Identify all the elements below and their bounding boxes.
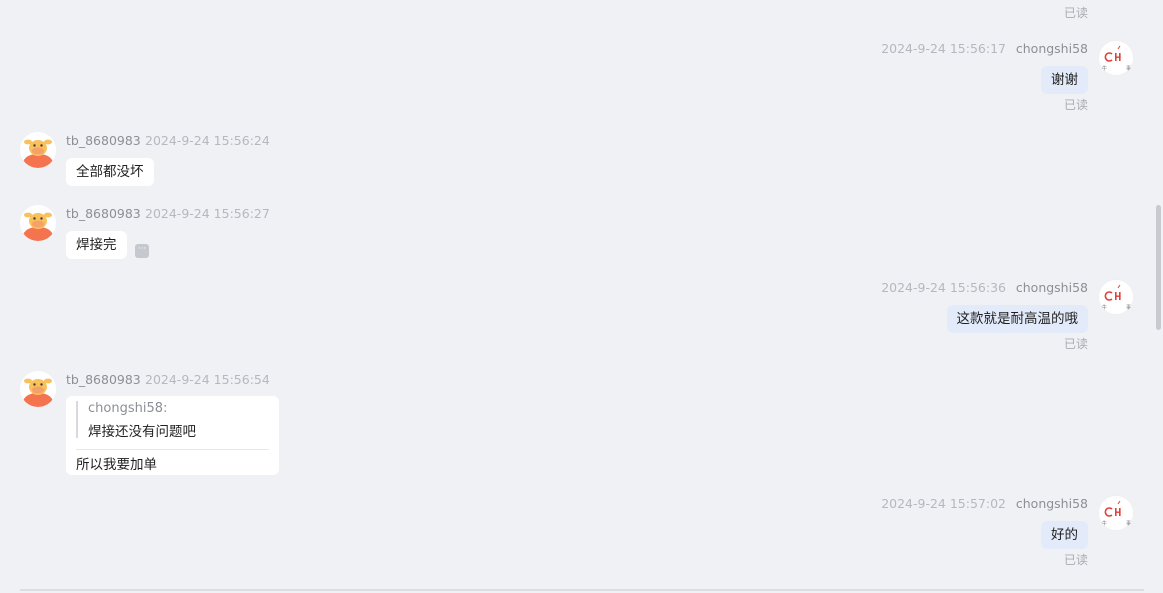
input-area-divider [20,589,1144,591]
message-bubble[interactable]: 好的 [1041,521,1088,549]
message-sender[interactable]: chongshi58 [1016,41,1088,56]
message-sender[interactable]: chongshi58 [1016,496,1088,511]
message-time: 2024-9-24 15:56:27 [145,206,270,221]
read-receipt: 已读 [1063,6,1088,20]
message-sender[interactable]: tb_8680983 [66,206,141,221]
cartoon-cow-avatar-icon[interactable] [20,371,56,407]
cartoon-cow-avatar-icon[interactable] [20,205,56,241]
svg-text:牛: 牛 [1102,304,1107,311]
message-bubble[interactable]: 焊接完 [66,231,127,259]
ellipsis-icon[interactable]: ··· [135,244,149,258]
message-text[interactable]: 所以我要加单 [76,453,157,473]
message-row-other: tb_8680983 2024-9-24 15:56:27 焊接完 ··· [0,201,1163,265]
cartoon-cow-avatar-icon[interactable] [20,132,56,168]
message-row-other: tb_8680983 2024-9-24 15:56:54 chongshi58… [0,367,1163,479]
message-bubble[interactable]: 这款就是耐高温的哦 [946,305,1088,333]
shop-logo-avatar-icon[interactable]: 牛 事 [1098,40,1134,76]
svg-text:牛: 牛 [1102,520,1107,527]
message-time: 2024-9-24 15:56:36 [881,280,1006,295]
message-sender[interactable]: chongshi58 [1016,280,1088,295]
quoted-reply-bubble[interactable]: chongshi58: 焊接还没有问题吧 所以我要加单 [66,396,279,475]
quote-divider [76,449,269,450]
quote-bar [76,401,78,438]
svg-text:事: 事 [1126,65,1131,72]
message-time: 2024-9-24 15:56:24 [145,133,270,148]
scrollbar-thumb[interactable] [1156,205,1161,330]
read-receipt: 已读 [1063,337,1088,351]
quoted-text[interactable]: 焊接还没有问题吧 [88,420,196,440]
message-sender[interactable]: tb_8680983 [66,133,141,148]
message-time: 2024-9-24 15:56:54 [145,372,270,387]
message-row-self: 2024-9-24 15:56:36 chongshi58 牛 事 这款就是耐高… [0,275,1163,355]
message-bubble[interactable]: 全部都没坏 [66,158,154,186]
message-bubble[interactable]: 谢谢 [1041,66,1088,94]
read-receipt: 已读 [1063,553,1088,567]
quoted-sender: chongshi58: [88,401,168,416]
shop-logo-avatar-icon[interactable]: 牛 事 [1098,495,1134,531]
svg-text:事: 事 [1126,304,1131,311]
message-row-self: 2024-9-24 15:57:02 chongshi58 牛 事 好的 已读 [0,491,1163,571]
message-row-self: 2024-9-24 15:56:17 chongshi58 牛 事 谢谢 已读 [0,36,1163,116]
read-receipt: 已读 [1063,98,1088,112]
message-time: 2024-9-24 15:57:02 [881,496,1006,511]
message-time: 2024-9-24 15:56:17 [881,41,1006,56]
message-row-other: tb_8680983 2024-9-24 15:56:24 全部都没坏 [0,128,1163,192]
svg-text:事: 事 [1126,520,1131,527]
message-sender[interactable]: tb_8680983 [66,372,141,387]
shop-logo-avatar-icon[interactable]: 牛 事 [1098,279,1134,315]
svg-text:牛: 牛 [1102,65,1107,72]
